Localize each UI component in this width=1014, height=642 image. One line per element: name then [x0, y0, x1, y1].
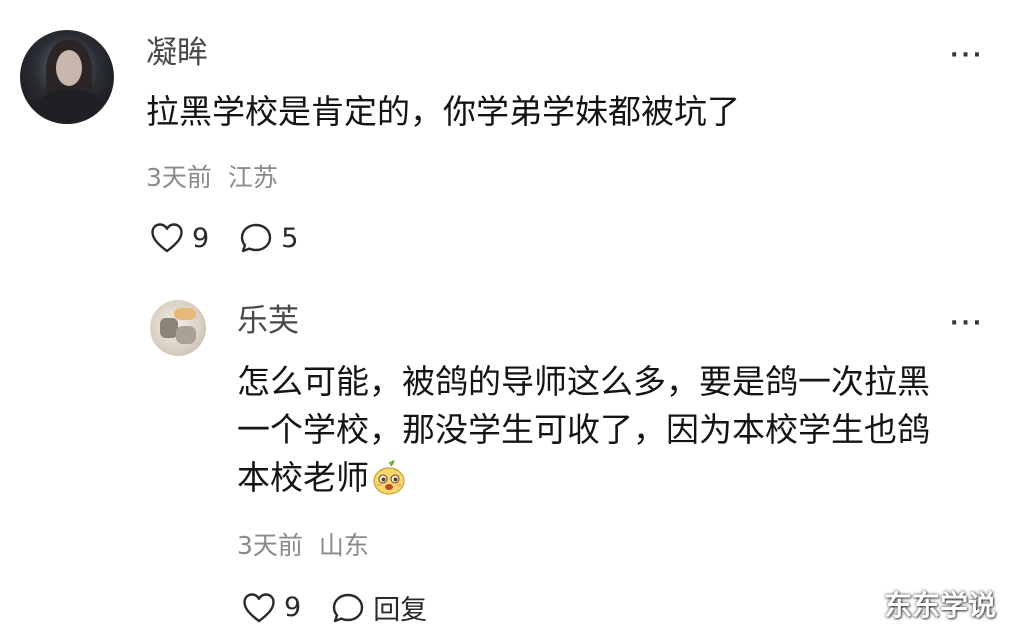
reply-location: 山东: [318, 531, 369, 560]
reply-meta: 3天前 山东: [237, 533, 369, 558]
reply-username[interactable]: 乐芙: [237, 306, 299, 337]
reply-count-button[interactable]: 5: [239, 222, 298, 254]
comment-time: 3天前: [146, 163, 212, 192]
avatar[interactable]: [20, 30, 114, 124]
like-count: 9: [192, 222, 210, 254]
reply-button[interactable]: 回复: [331, 588, 427, 627]
comment-username[interactable]: 凝眸: [146, 38, 208, 69]
heart-icon: [151, 223, 183, 253]
reply-text-line: 本校老师: [237, 457, 369, 497]
comment-location: 江苏: [227, 163, 278, 192]
like-count: 9: [284, 592, 302, 623]
heart-icon: [243, 592, 275, 622]
reply-text: 怎么可能，被鸽的导师这么多，要是鸽一次拉黑 一个学校，那没学生可收了，因为本校学…: [237, 358, 997, 502]
watermark: 东东学说: [883, 589, 996, 622]
like-button[interactable]: 9: [150, 222, 209, 254]
reply-time: 3天前: [237, 531, 303, 560]
more-dots-icon[interactable]: ···: [950, 45, 984, 67]
more-dots-icon[interactable]: ···: [950, 313, 984, 335]
reply-text-line: 一个学校，那没学生可收了，因为本校学生也鸽: [237, 409, 930, 449]
reply-text-line: 怎么可能，被鸽的导师这么多，要是鸽一次拉黑: [237, 362, 930, 401]
like-button[interactable]: 9: [242, 592, 301, 624]
comment-bubble-icon: [332, 593, 364, 622]
reply-actions: 9 回复: [242, 588, 427, 627]
comment-meta: 3天前 江苏: [146, 165, 278, 190]
reply-count: 5: [281, 222, 299, 254]
comment-actions: 9 5: [150, 222, 298, 254]
pear-face-emoji-icon: [373, 460, 405, 495]
comment-text: 拉黑学校是肯定的，你学弟学妹都被坑了: [146, 92, 740, 131]
reply-label: 回复: [373, 595, 428, 626]
comment-bubble-icon: [240, 223, 272, 253]
reply-avatar[interactable]: [150, 300, 206, 356]
